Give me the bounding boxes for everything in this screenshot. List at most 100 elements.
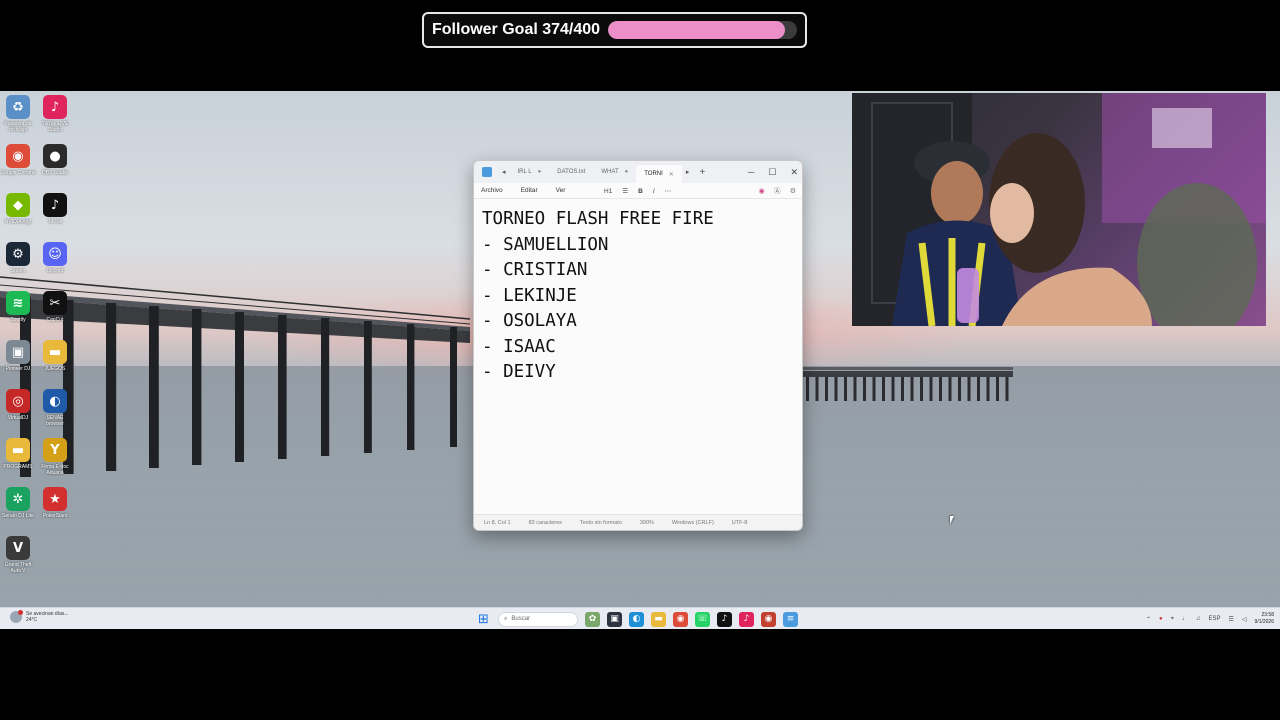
tab-close-icon[interactable]: ● (625, 169, 629, 175)
obs-studio-icon: ● (43, 144, 67, 168)
programs-folder-shortcut[interactable]: ▬ PROGRAMS (0, 438, 36, 470)
volume-icon[interactable]: ♫ (1196, 616, 1201, 622)
sena-browser-shortcut[interactable]: ◐ SENAE browser (37, 389, 73, 427)
nvidia-app-shortcut[interactable]: ◆ NVIDIA App (0, 193, 36, 225)
desktop-icon-label: Google Chrome (0, 170, 36, 176)
mouse-cursor (950, 516, 957, 524)
chrome-profile-taskbar-icon[interactable]: ◉ (761, 611, 776, 627)
desktop-icon-label: PokerStars (42, 513, 68, 519)
virtual-dj-shortcut[interactable]: ◎ VirtualDJ (0, 389, 36, 421)
italic-button[interactable]: I (653, 188, 655, 195)
status-characters: 83 caracteres (528, 519, 562, 526)
start-windows-icon[interactable]: ⊞ (476, 612, 491, 627)
tab-torni[interactable]: TORNI ✕ (636, 165, 682, 183)
status-zoom[interactable]: 300% (640, 520, 654, 526)
tiktok-live-taskbar-icon[interactable]: ♪ (739, 611, 754, 627)
status-encoding: UTF-8 (731, 519, 748, 526)
speaker-icon[interactable]: ◁ (1242, 616, 1247, 623)
pokerstars-shortcut[interactable]: ★ PokerStars (37, 487, 73, 519)
tiktok-live-studio-shortcut[interactable]: ♪ TikTok LIVE Studio (37, 95, 73, 133)
document-list-line: - SAMUELLION (482, 234, 609, 255)
serato-dj-shortcut[interactable]: ✲ Serato DJ Lite (0, 487, 36, 519)
desktop-icon-label: Discord (46, 268, 64, 274)
tab-what[interactable]: WHAT ● (593, 163, 636, 181)
document-list-line: - ISAAC (482, 336, 556, 357)
network-icon[interactable]: ⌖ (1171, 616, 1174, 623)
steam-shortcut[interactable]: ⚙ Steam (0, 242, 36, 274)
tiktok-shortcut[interactable]: ♪ TikTok (37, 193, 73, 225)
capcut-shortcut[interactable]: ✂ CapCut (37, 291, 73, 323)
desktop-icon-label: Papelera de reciclaje (4, 121, 32, 133)
tab-datos[interactable]: DATOS.txt (549, 163, 593, 181)
firma-edoc-icon: Y (43, 438, 67, 462)
notepad-window[interactable]: ◂ IRL L ● DATOS.txt WHAT ● TORNI ✕ ▸ + ─ ☐ … (473, 160, 803, 531)
chevron-up-icon[interactable]: ⌃ (1146, 616, 1151, 623)
spotify-shortcut[interactable]: ≋ Spotify (0, 291, 36, 323)
taskbar-search-box[interactable]: ⌕ Buscar (498, 611, 578, 627)
discord-shortcut[interactable]: ☺ Discord (37, 242, 73, 274)
clock[interactable]: 23:58 9/1/2026 (1255, 612, 1274, 626)
weather-widget[interactable]: Se avecinan días... 24°C (10, 610, 69, 623)
desktop-icon-label: Firma E-doc Aduana (41, 464, 69, 476)
task-view-icon[interactable]: ▣ (607, 611, 622, 627)
wifi-icon[interactable]: ☰ (1229, 616, 1234, 623)
tab-close-icon[interactable]: ● (538, 169, 542, 175)
discord-icon: ☺ (43, 242, 67, 266)
document-list-line: - LEKINJE (482, 285, 577, 306)
desktop-icon-label: PROGRAMS (3, 464, 33, 470)
menu-archivo[interactable]: Archivo (481, 187, 503, 194)
edge-icon[interactable]: ◐ (629, 611, 644, 627)
microphone-icon[interactable]: ♩ (1182, 616, 1188, 622)
capcut-icon: ✂ (43, 291, 67, 315)
document-list-line: - OSOLAYA (482, 311, 577, 331)
list-icon[interactable]: ☰ (622, 187, 628, 195)
pioneer-dj-shortcut[interactable]: ▣ Pioneer DJ (0, 340, 36, 372)
juegos-folder-shortcut[interactable]: ▬ JUEGOS (37, 340, 73, 372)
language-indicator[interactable]: ESP (1209, 616, 1221, 622)
chrome-taskbar-icon[interactable]: ◉ (673, 611, 688, 627)
tab-irl[interactable]: IRL L ● (510, 163, 550, 181)
tiktok-taskbar-icon[interactable]: ♪ (717, 611, 732, 627)
recycle-bin-shortcut[interactable]: ♻ Papelera de reciclaje (0, 95, 36, 133)
tab-close-icon[interactable]: ✕ (669, 171, 674, 178)
settings-gear-icon[interactable]: ⚙ (790, 187, 796, 195)
minimize-button[interactable]: ─ (748, 167, 754, 177)
file-explorer-icon[interactable]: ▬ (651, 611, 666, 627)
desktop-icon-label: Grand Theft Auto V (4, 562, 32, 574)
tray-app-icon[interactable]: ● (1159, 616, 1163, 622)
notepad-app-icon (482, 167, 492, 177)
gta-v-shortcut[interactable]: V Grand Theft Auto V (0, 536, 36, 574)
menu-editar[interactable]: Editar (521, 187, 538, 194)
desktop-icon-label: Pioneer DJ (5, 366, 31, 372)
menu-ver[interactable]: Ver (556, 187, 566, 194)
close-button[interactable]: ✕ (790, 167, 798, 178)
tab-scroll-left-icon[interactable]: ◂ (502, 168, 506, 176)
notepad-text-area[interactable]: TORNEO FLASH FREE FIRE - SAMUELLION - CRIS… (474, 201, 802, 516)
notepad-titlebar[interactable]: ◂ IRL L ● DATOS.txt WHAT ● TORNI ✕ ▸ + ─ ☐ … (474, 161, 802, 183)
notepad-taskbar-icon[interactable]: ≡ (783, 611, 798, 627)
desktop-icon-label: Spotify (10, 317, 26, 323)
chrome-icon: ◉ (6, 144, 30, 168)
chrome-shortcut[interactable]: ◉ Google Chrome (0, 144, 36, 176)
whatsapp-icon[interactable]: ☏ (695, 611, 710, 627)
heading-dropdown[interactable]: H1 (604, 188, 612, 195)
new-tab-button[interactable]: + (699, 167, 705, 178)
virtual-dj-icon: ◎ (6, 389, 30, 413)
status-position: Ln 8, Col 1 (484, 519, 511, 526)
status-format: Texto sin formato (579, 519, 622, 526)
obs-studio-shortcut[interactable]: ● OBS Studio (37, 144, 73, 176)
more-options-icon[interactable]: ⋯ (665, 187, 672, 195)
bold-button[interactable]: B (638, 188, 643, 195)
widgets-icon[interactable]: ✿ (585, 611, 600, 627)
firma-edoc-shortcut[interactable]: Y Firma E-doc Aduana (37, 438, 73, 476)
follower-goal-progress-bar (608, 21, 797, 39)
nvidia-app-icon: ◆ (6, 193, 30, 217)
desktop-icon-label: NVIDIA App (4, 219, 32, 225)
follower-goal-widget: Follower Goal 374/400 (422, 12, 807, 48)
tab-scroll-right-icon[interactable]: ▸ (686, 168, 690, 176)
document-list-line: - CRISTIAN (482, 260, 588, 280)
copilot-icon[interactable]: ◉ (759, 187, 765, 195)
maximize-button[interactable]: ☐ (768, 167, 776, 178)
serato-dj-icon: ✲ (6, 487, 30, 511)
font-icon[interactable]: Ⓐ (774, 186, 781, 196)
